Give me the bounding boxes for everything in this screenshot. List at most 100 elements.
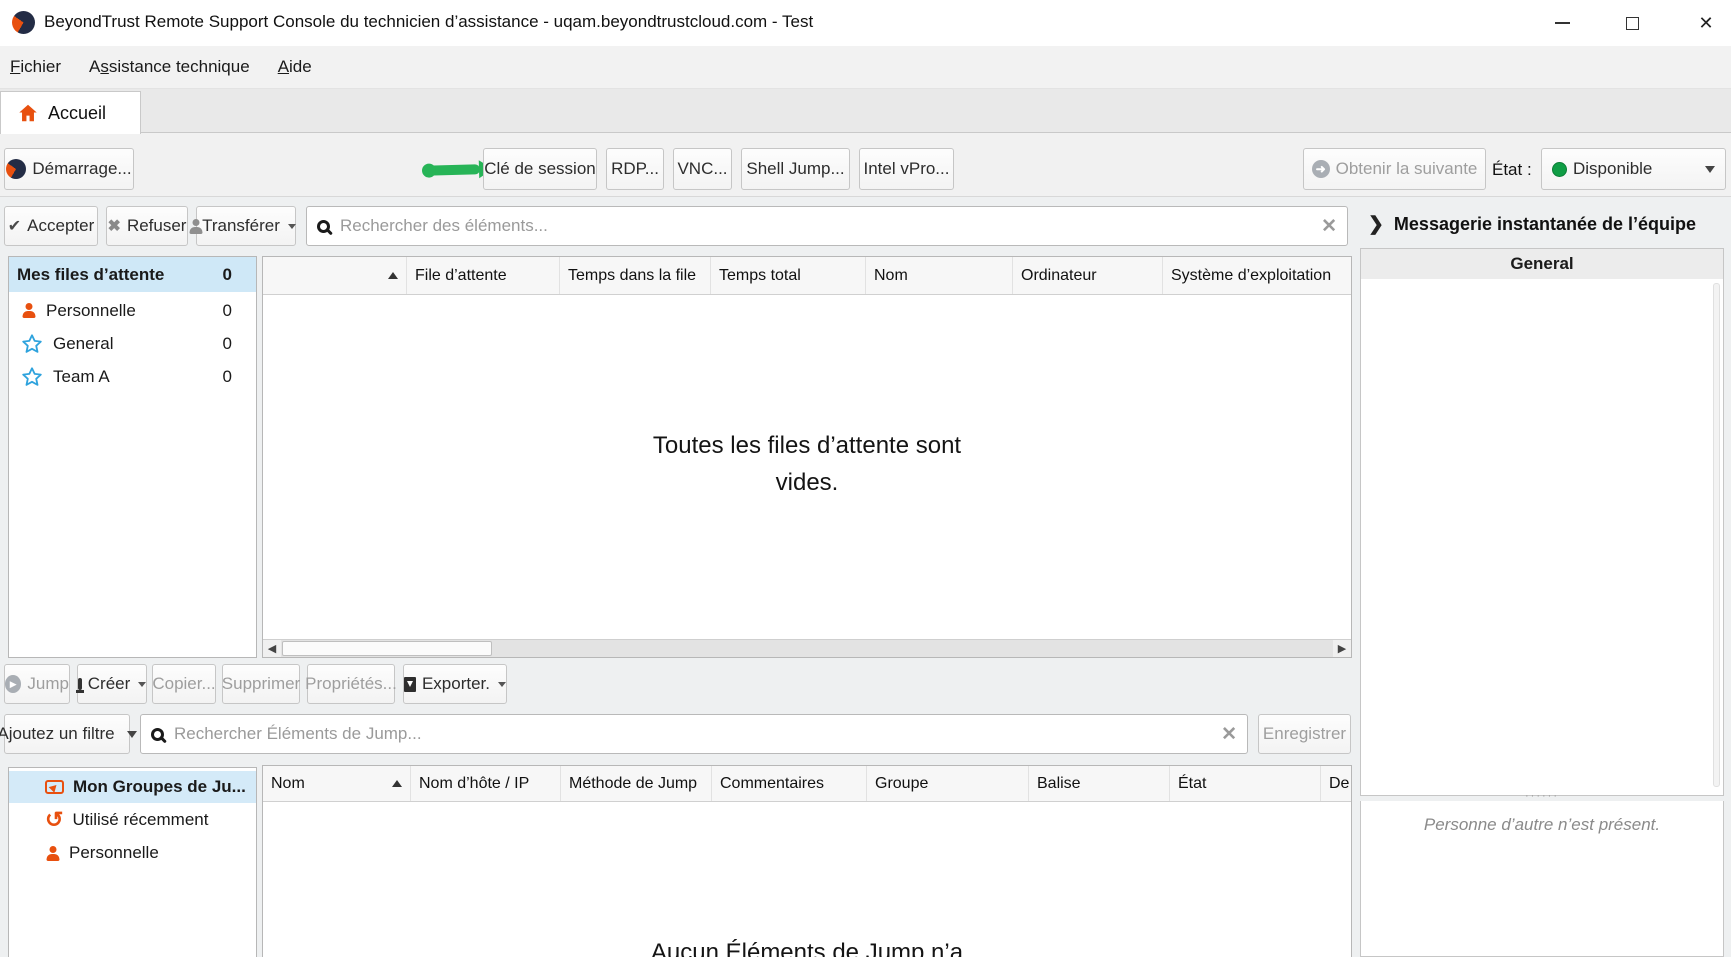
chat-channel-general: General <box>1360 248 1724 280</box>
refuse-button[interactable]: ✖ Refuser <box>106 206 188 246</box>
tab-accueil-label: Accueil <box>48 103 106 124</box>
create-button[interactable]: Créer <box>77 664 147 704</box>
jump-search-input[interactable] <box>174 724 1211 744</box>
sort-asc-icon <box>392 780 402 787</box>
copy-button[interactable]: Copier... <box>152 664 216 704</box>
chat-scrollbar[interactable] <box>1713 283 1720 787</box>
column-header-etat[interactable]: État <box>1170 766 1321 801</box>
scrollbar-thumb[interactable] <box>282 641 492 656</box>
vnc-button[interactable]: VNC... <box>673 148 732 190</box>
properties-button[interactable]: Propriétés... <box>307 664 395 704</box>
chevron-down-icon <box>127 731 137 738</box>
jump-button[interactable]: ▶ Jump <box>4 664 70 704</box>
status-dropdown[interactable]: Disponible <box>1541 148 1726 190</box>
delete-button[interactable]: Supprimer <box>222 664 300 704</box>
minimize-button[interactable] <box>1546 8 1578 38</box>
intel-vpro-button[interactable]: Intel vPro... <box>859 148 954 190</box>
queues-header-label: Mes files d’attente <box>17 265 164 285</box>
queues-header-row[interactable]: Mes files d’attente 0 <box>9 257 256 292</box>
clear-search-icon[interactable]: ✕ <box>1321 215 1337 238</box>
jump-group-item-my-groups[interactable]: Mon Groupes de Ju... <box>9 771 256 803</box>
rdp-button[interactable]: RDP... <box>606 148 664 190</box>
queue-item-general[interactable]: General 0 <box>9 327 256 360</box>
person-icon <box>21 303 36 318</box>
sort-asc-icon <box>388 272 398 279</box>
arrow-circle-icon: ➜ <box>1312 160 1330 178</box>
menu-item-fichier[interactable]: Fichier <box>10 57 61 77</box>
column-header-balise[interactable]: Balise <box>1029 766 1170 801</box>
sessions-horizontal-scrollbar[interactable]: ◀ ▶ <box>263 639 1351 657</box>
minimize-icon <box>1555 22 1570 24</box>
sessions-table: File d’attente Temps dans la file Temps … <box>262 256 1352 658</box>
titlebar: BeyondTrust Remote Support Console du te… <box>0 0 1731 46</box>
jump-group-icon <box>45 780 64 794</box>
queue-item-team-a[interactable]: Team A 0 <box>9 360 256 393</box>
column-header-temps-total[interactable]: Temps total <box>711 257 866 294</box>
tab-strip: Accueil <box>0 89 1731 133</box>
column-header-systeme[interactable]: Système d’exploitation <box>1163 257 1353 294</box>
column-header-nom[interactable]: Nom <box>263 766 411 801</box>
export-doc-icon <box>404 677 416 692</box>
add-filter-button[interactable]: Ajoutez un filtre <box>4 714 130 754</box>
chat-messages-area[interactable] <box>1360 279 1724 796</box>
column-header-ordinateur[interactable]: Ordinateur <box>1013 257 1163 294</box>
check-icon: ✔ <box>8 216 21 236</box>
chevron-down-icon <box>288 224 296 229</box>
team-chat-header: ❯ Messagerie instantanée de l’équipe <box>1360 204 1724 244</box>
column-header-temps-file[interactable]: Temps dans la file <box>560 257 711 294</box>
close-icon: ✕ <box>1698 14 1713 32</box>
jump-group-item-recent[interactable]: ↺ Utilisé récemment <box>9 804 256 836</box>
column-header-hote-ip[interactable]: Nom d’hôte / IP <box>411 766 561 801</box>
jump-items-table: Nom Nom d’hôte / IP Méthode de Jump Comm… <box>262 765 1352 957</box>
transfer-button[interactable]: Transférer <box>196 206 296 246</box>
close-button[interactable]: ✕ <box>1690 8 1722 38</box>
home-icon <box>17 102 39 124</box>
column-header-commentaires[interactable]: Commentaires <box>712 766 867 801</box>
remote-support-console-window: BeyondTrust Remote Support Console du te… <box>0 0 1731 957</box>
chevron-down-icon <box>138 682 146 687</box>
jump-empty-message: Aucun Éléments de Jump n’a <box>263 934 1351 957</box>
chevron-down-icon <box>498 682 506 687</box>
maximize-icon <box>1626 17 1639 30</box>
person-icon <box>45 846 60 861</box>
menu-item-assistance-technique[interactable]: Assistance technique <box>89 57 250 77</box>
star-icon <box>21 366 43 388</box>
tab-accueil[interactable]: Accueil <box>0 91 141 134</box>
maximize-button[interactable] <box>1616 8 1648 38</box>
shell-jump-button[interactable]: Shell Jump... <box>741 148 850 190</box>
export-button[interactable]: Exporter. <box>403 664 507 704</box>
accept-button[interactable]: ✔ Accepter <box>4 206 98 246</box>
menu-item-aide[interactable]: Aide <box>278 57 312 77</box>
beyondtrust-logo-icon <box>6 159 26 179</box>
get-next-session-button[interactable]: ➜ Obtenir la suivante <box>1303 148 1486 190</box>
x-icon: ✖ <box>108 216 121 236</box>
queues-panel: Mes files d’attente 0 Personnelle 0 Gene… <box>8 256 257 658</box>
queues-header-count: 0 <box>223 265 232 285</box>
sessions-search-input[interactable] <box>340 216 1311 236</box>
scroll-right-icon[interactable]: ▶ <box>1333 640 1351 657</box>
column-header-file-attente[interactable]: File d’attente <box>407 257 560 294</box>
start-session-button[interactable]: Démarrage... <box>4 148 134 190</box>
jump-table-header: Nom Nom d’hôte / IP Méthode de Jump Comm… <box>263 766 1351 802</box>
session-key-button[interactable]: Clé de session <box>483 148 597 190</box>
column-header-groupe[interactable]: Groupe <box>867 766 1029 801</box>
collapse-chevron-icon[interactable]: ❯ <box>1368 213 1384 236</box>
column-header-methode-jump[interactable]: Méthode de Jump <box>561 766 712 801</box>
jump-circle-icon: ▶ <box>5 675 21 693</box>
jump-group-item-personnelle[interactable]: Personnelle <box>9 837 256 869</box>
search-icon <box>317 220 330 233</box>
clear-search-icon[interactable]: ✕ <box>1221 723 1237 746</box>
annotation-arrow <box>424 164 480 175</box>
queue-item-personnelle[interactable]: Personnelle 0 <box>9 294 256 327</box>
column-header-blank[interactable] <box>263 257 407 294</box>
menubar: Fichier Assistance technique Aide <box>0 46 1731 89</box>
save-filter-button[interactable]: Enregistrer <box>1258 714 1351 754</box>
scroll-left-icon[interactable]: ◀ <box>263 640 281 657</box>
jump-search-box: ✕ <box>140 714 1248 754</box>
column-header-de[interactable]: De <box>1321 766 1353 801</box>
star-icon <box>21 333 43 355</box>
window-title: BeyondTrust Remote Support Console du te… <box>44 12 813 32</box>
presence-message: Personne d’autre n’est présent. <box>1361 815 1723 835</box>
status-label: État : <box>1492 160 1532 180</box>
column-header-nom[interactable]: Nom <box>866 257 1013 294</box>
